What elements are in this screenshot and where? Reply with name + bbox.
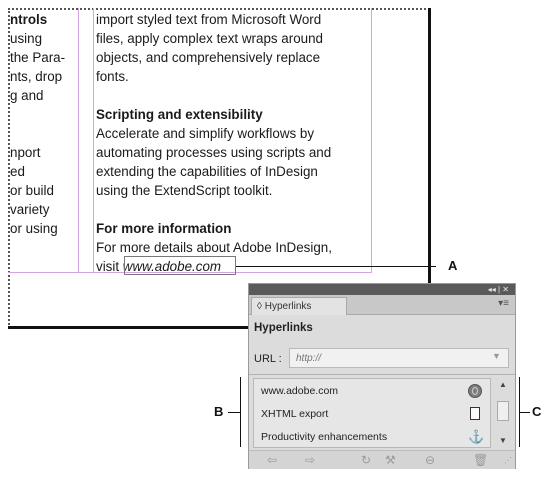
refresh-icon[interactable]: ↻ (361, 451, 371, 469)
back-arrow-icon[interactable]: ⇦ (267, 451, 277, 469)
text-line (10, 105, 78, 124)
callout-line-c (520, 412, 530, 413)
text-line: objects, and comprehensively replace (96, 50, 321, 65)
list-item[interactable]: www.adobe.com (254, 380, 490, 403)
forward-arrow-icon[interactable]: ⇨ (305, 451, 315, 469)
chevron-down-icon[interactable]: ▼ (492, 351, 501, 361)
text-line: or using (10, 221, 58, 236)
panel-heading: Hyperlinks (254, 322, 313, 334)
callout-label-c: C (532, 404, 542, 419)
text-line: the Para- (10, 50, 66, 65)
left-text-column: ntrols using the Para- nts, drop g and n… (10, 10, 78, 238)
text-line: variety (10, 202, 50, 217)
scroll-up-icon[interactable]: ▲ (493, 380, 513, 389)
list-item-label: XHTML export (261, 408, 329, 420)
panel-menu-icon[interactable]: ▾≡ (498, 298, 509, 309)
text-line: or build (10, 183, 54, 198)
text-line: using (10, 31, 43, 46)
text-line: files, apply complex text wraps around (96, 31, 324, 46)
visit-text: visit (96, 259, 123, 274)
hyperlink-source-frame[interactable] (124, 256, 236, 275)
text-line: extending the capabilities of InDesign (96, 164, 318, 179)
url-input[interactable] (289, 348, 509, 368)
text-line: using the ExtendScript toolkit. (96, 183, 273, 198)
list-item[interactable]: XHTML export (254, 403, 490, 426)
panel-titlebar[interactable]: ◂◂ | ✕ (249, 284, 515, 295)
callout-bracket-c (519, 377, 520, 447)
text-line: nport (10, 145, 41, 160)
list-item-label: www.adobe.com (261, 385, 339, 397)
url-label: URL : (254, 353, 282, 365)
section-heading: For more information (96, 221, 232, 236)
list-scrollbar[interactable]: ▲ ▼ (493, 378, 513, 448)
text-line (10, 124, 78, 143)
new-destination-icon[interactable]: ⚒ (385, 451, 396, 469)
list-item-label: Productivity enhancements (261, 431, 388, 443)
panel-collapse-close-controls[interactable]: ◂◂ | ✕ (488, 284, 509, 295)
tab-hyperlinks[interactable]: ◊ Hyperlinks (251, 297, 347, 315)
list-item[interactable]: Productivity enhancements ⚓ (254, 426, 490, 449)
hyperlink-list: www.adobe.com XHTML export Productivity … (253, 378, 491, 448)
panel-toolbar: ⇦ ⇨ ↻ ⚒ ⊖ 🗑 ⋰ (249, 450, 515, 469)
anchor-icon: ⚓ (468, 429, 485, 444)
callout-line-b (228, 412, 240, 413)
text-line: For more details about Adobe InDesign, (96, 240, 332, 255)
text-line: g and (10, 88, 44, 103)
resize-grip-icon[interactable]: ⋰ (504, 456, 512, 465)
text-line: Accelerate and simplify workflows by (96, 126, 315, 141)
hyperlinks-panel: ◂◂ | ✕ ◊ Hyperlinks ▾≡ Hyperlinks URL : … (248, 283, 516, 469)
right-text-column: import styled text from Microsoft Word f… (96, 10, 371, 276)
column-guide (78, 8, 79, 272)
callout-label-a: A (448, 258, 458, 273)
globe-icon (468, 384, 482, 398)
divider (249, 374, 515, 375)
text-line: fonts. (96, 69, 129, 84)
new-hyperlink-icon[interactable]: ⊖ (425, 451, 435, 469)
scroll-thumb[interactable] (497, 401, 509, 421)
section-heading: Scripting and extensibility (96, 107, 263, 122)
scroll-down-icon[interactable]: ▼ (493, 436, 513, 445)
text-line: ed (10, 164, 25, 179)
column-guide (371, 8, 372, 272)
text-line: ntrols (10, 12, 48, 27)
callout-line-a (236, 266, 436, 267)
panel-tabbar: ◊ Hyperlinks ▾≡ (249, 295, 515, 315)
text-line: import styled text from Microsoft Word (96, 12, 322, 27)
column-guide (93, 8, 94, 272)
text-line: automating processes using scripts and (96, 145, 332, 160)
trash-icon[interactable]: 🗑 (473, 451, 488, 469)
callout-label-b: B (214, 404, 224, 419)
page-icon (470, 407, 480, 420)
page-right-edge (428, 8, 431, 330)
text-line: nts, drop (10, 69, 63, 84)
callout-bracket-b (240, 377, 241, 447)
